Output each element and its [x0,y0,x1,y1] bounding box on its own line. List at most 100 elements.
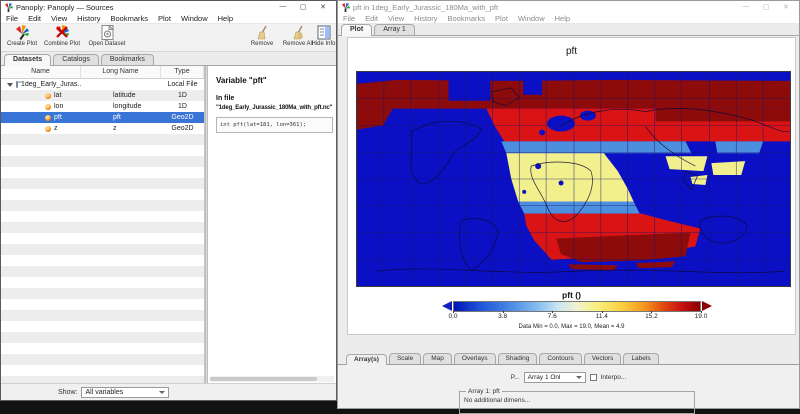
menu-item[interactable]: Edit [23,14,46,23]
tab-scale[interactable]: Scale [389,353,421,364]
menu-item[interactable]: Edit [360,14,383,23]
menu-item[interactable]: Window [513,14,550,23]
left-toolbar: Create Plot Combine Plot Open Dataset [1,24,336,52]
table-row-lat[interactable]: lat latitude 1D [1,90,204,101]
right-menu-bar: File Edit View History Bookmarks Plot Wi… [338,13,799,24]
maximize-icon[interactable]: ▢ [756,3,776,11]
chevron-down-icon [576,376,582,379]
info-filename: "1deg_Early_Jurassic_180Ma_with_pft.nc" [216,105,328,111]
minimize-icon[interactable]: — [736,3,756,11]
menu-item[interactable]: Bookmarks [106,14,154,23]
tab-arrays[interactable]: Array(s) [346,354,387,365]
colorbar[interactable] [453,301,701,312]
menu-item[interactable]: File [338,14,360,23]
column-header-name[interactable]: Name [1,66,81,78]
interpolate-label: Interpo... [601,374,627,381]
tab-vectors[interactable]: Vectors [584,353,622,364]
menu-item[interactable]: Plot [490,14,513,23]
tick-label: 3.8 [498,313,507,320]
menu-item[interactable]: View [383,14,409,23]
show-variables-dropdown[interactable]: All variables [81,387,169,398]
menu-item[interactable]: Plot [153,14,176,23]
right-window-title: pft in 1deg_Early_Jurassic_180Ma_with_pf… [353,3,736,12]
colorbar-title: pft () [348,290,795,300]
tab-labels[interactable]: Labels [623,353,658,364]
left-footer: Show: All variables [1,383,336,400]
plot-mode-label: P... [511,374,520,381]
right-title-bar[interactable]: pft in 1deg_Early_Jurassic_180Ma_with_pf… [338,1,799,13]
menu-item[interactable]: History [72,14,105,23]
dataset-table: Name Long Name Type 1deg_Early_Juras... … [1,66,205,383]
array-1-groupbox: Array 1: pft No additional dimens... [459,391,695,414]
create-plot-button[interactable]: Create Plot [3,25,41,47]
variable-icon [45,126,51,132]
info-heading: Variable "pft" [216,76,328,85]
table-row-lon[interactable]: lon longitude 1D [1,101,204,112]
interpolate-checkbox[interactable] [590,374,597,381]
tick-label: 15.2 [645,313,658,320]
info-horizontal-scrollbar[interactable] [210,376,334,382]
close-icon[interactable]: ✕ [776,3,796,11]
create-plot-icon [14,25,30,40]
dataset-folder-icon [16,81,18,88]
remove-button[interactable]: Remove [246,25,278,47]
panoply-app-icon [4,3,13,12]
tab-map[interactable]: Map [423,353,452,364]
minimize-icon[interactable]: — [273,3,293,11]
pft-world-map[interactable] [356,71,791,287]
tick-label: 0.0 [448,313,457,320]
chevron-down-icon [159,391,165,394]
close-icon[interactable]: ✕ [313,3,333,11]
open-dataset-button[interactable]: Open Dataset [85,25,129,47]
combine-plot-button[interactable]: Combine Plot [41,25,83,47]
table-body: 1deg_Early_Juras... Local File lat latit… [1,79,204,383]
plot-window: pft in 1deg_Early_Jurassic_180Ma_with_pf… [337,0,800,409]
info-panel-icon [317,25,331,40]
tab-datasets[interactable]: Datasets [4,54,51,66]
menu-item[interactable]: Bookmarks [443,14,491,23]
table-header: Name Long Name Type [1,66,204,79]
tab-overlays[interactable]: Overlays [454,353,496,364]
tab-shading[interactable]: Shading [498,353,538,364]
menu-item[interactable]: View [46,14,72,23]
tab-catalogs[interactable]: Catalogs [53,54,99,65]
tick-label: 11.4 [596,313,608,320]
variable-icon [45,104,51,110]
groupbox-text: No additional dimens... [464,397,530,404]
column-header-long-name[interactable]: Long Name [81,66,161,78]
panoply-sources-window: Panoply: Panoply — Sources — ▢ ✕ File Ed… [0,0,337,401]
column-header-type[interactable]: Type [161,66,204,78]
tab-bookmarks[interactable]: Bookmarks [101,54,154,65]
maximize-icon[interactable]: ▢ [293,3,313,11]
plot-panel: pft [347,37,796,335]
menu-item[interactable]: Help [213,14,238,23]
open-dataset-icon [101,25,114,40]
tick-label: 19.0 [695,313,708,320]
menu-item[interactable]: Window [176,14,213,23]
hide-info-button[interactable]: Hide Info [310,25,337,47]
tab-array-1[interactable]: Array 1 [374,24,415,35]
table-row-dataset[interactable]: 1deg_Early_Juras... Local File [1,79,204,90]
tab-contours[interactable]: Contours [539,353,581,364]
variable-declaration: int pft(lat=181, lon=361); [216,117,333,133]
table-row-z[interactable]: z z Geo2D [1,123,204,134]
groupbox-title: Array 1: pft [466,388,502,395]
array-mode-dropdown[interactable]: Array 1 Onl [524,372,586,383]
data-stats: Data Min = 0.0, Max = 19.0, Mean = 4.9 [348,324,795,330]
menu-item[interactable]: Help [550,14,575,23]
left-title-bar[interactable]: Panoply: Panoply — Sources — ▢ ✕ [1,1,336,13]
array-settings-area: P... Array 1 Onl Interpo... Array 1: pft… [338,365,799,408]
colorbar-left-arrow-icon [442,301,452,311]
menu-item[interactable]: File [1,14,23,23]
show-label: Show: [58,389,77,396]
left-window-title: Panoply: Panoply — Sources [16,3,273,12]
tab-plot[interactable]: Plot [341,24,372,36]
colorbar-ticks: 0.0 3.8 7.6 11.4 15.2 19.0 [453,313,701,322]
tick-label: 7.6 [548,313,557,320]
variable-info-panel: Variable "pft" In file "1deg_Early_Juras… [208,66,336,383]
scrollbar-thumb[interactable] [210,377,317,381]
left-menu-bar: File Edit View History Bookmarks Plot Wi… [1,13,336,24]
table-row-pft-selected[interactable]: pft pft Geo2D [1,112,204,123]
menu-item[interactable]: History [409,14,442,23]
expand-triangle-icon[interactable] [7,83,13,87]
